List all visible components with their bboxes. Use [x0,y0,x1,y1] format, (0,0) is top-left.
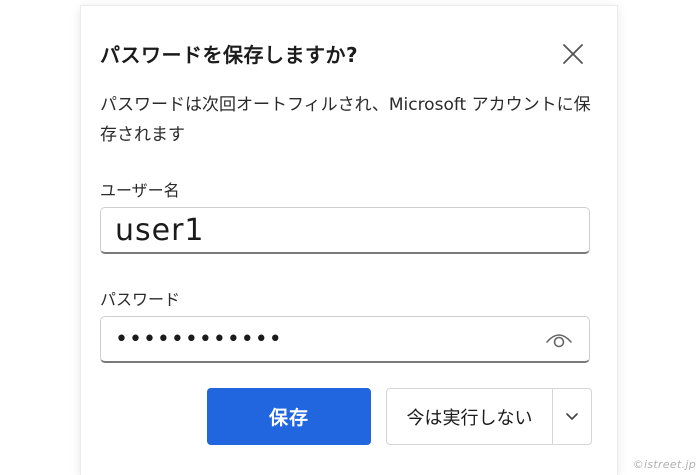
password-input[interactable] [101,317,589,361]
save-button[interactable]: 保存 [207,388,371,445]
not-now-button[interactable]: 今は実行しない [387,389,553,444]
username-field-box [100,207,590,254]
close-icon[interactable] [558,39,588,69]
more-options-button[interactable] [553,389,591,444]
dialog-title: パスワードを保存しますか? [100,43,359,67]
save-password-dialog: パスワードを保存しますか? パスワードは次回オートフィルされ、Microsoft… [81,6,617,475]
not-now-split-button: 今は実行しない [386,388,592,445]
username-input[interactable] [101,208,589,252]
eye-icon[interactable] [545,330,573,350]
password-field-box [100,316,590,363]
chevron-down-icon[interactable] [565,412,579,422]
reveal-password-button[interactable] [545,330,573,350]
watermark: ©istreet.jp [632,458,696,471]
username-label: ユーザー名 [100,181,180,200]
dialog-description: パスワードは次回オートフィルされ、Microsoft アカウントに保存されます [100,95,591,145]
password-label: パスワード [100,290,181,309]
close-button[interactable] [558,39,588,69]
